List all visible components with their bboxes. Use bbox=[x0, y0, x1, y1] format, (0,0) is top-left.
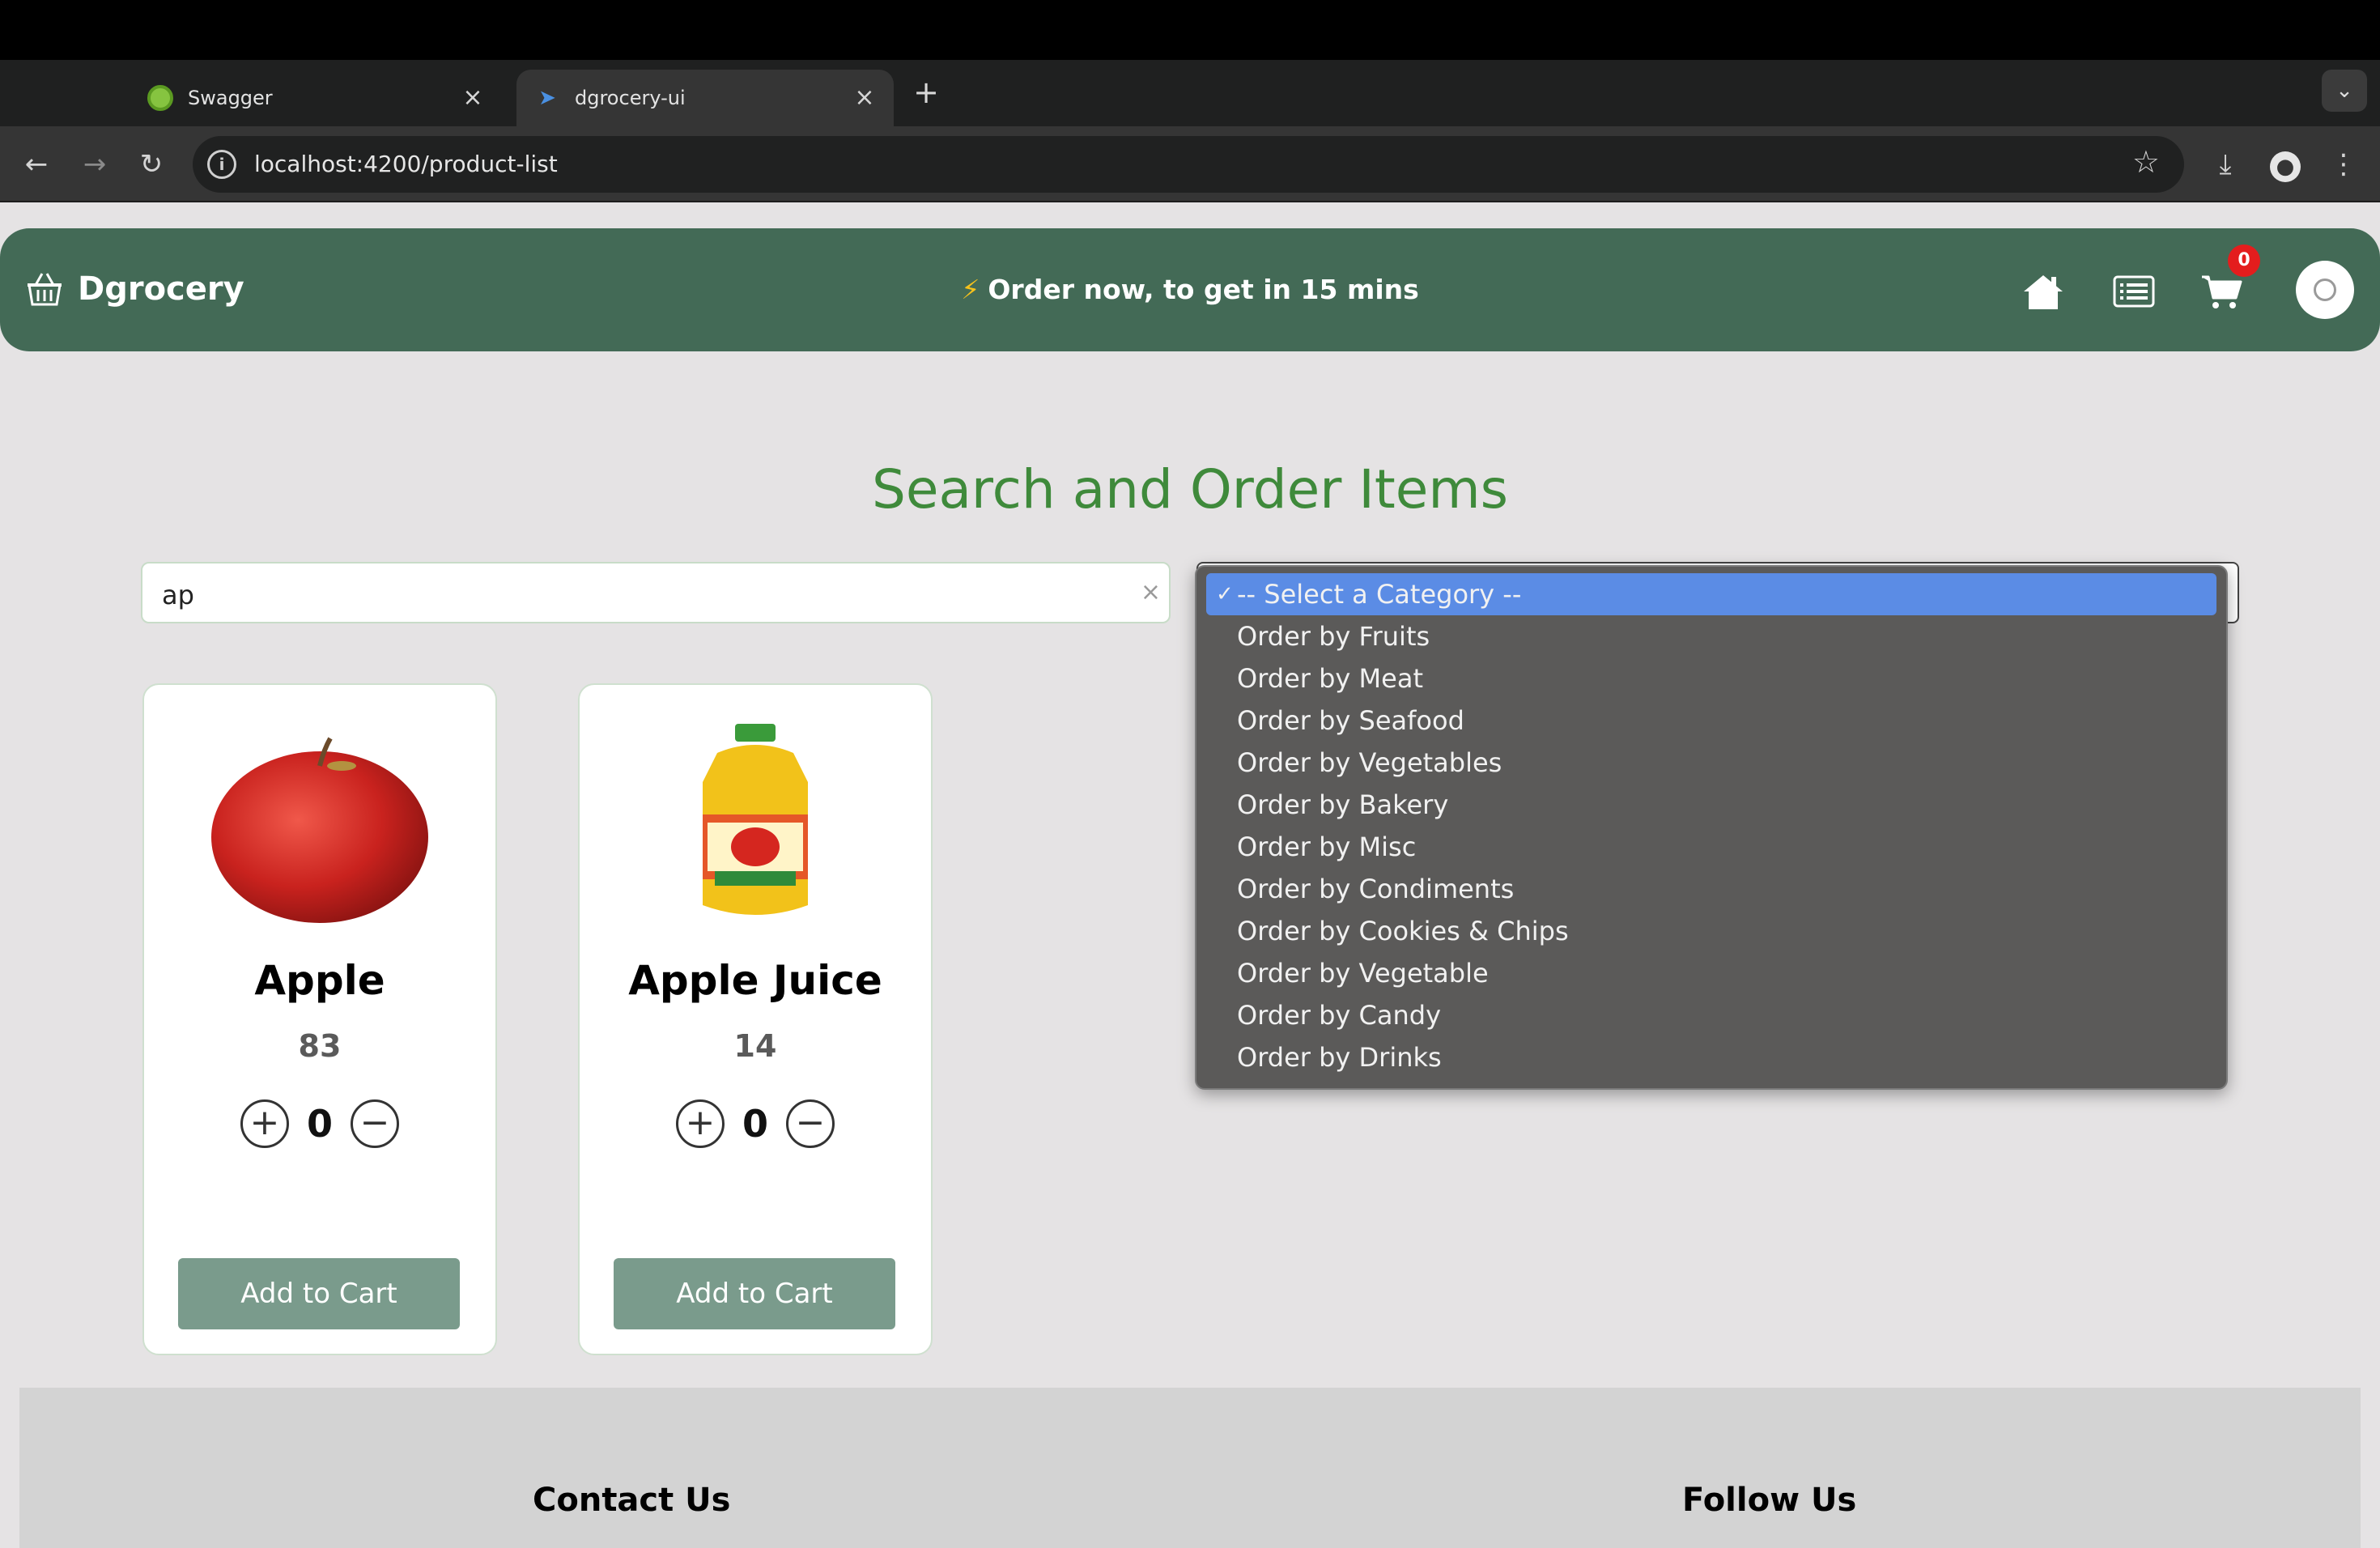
profile-icon[interactable]: ● bbox=[2265, 144, 2306, 185]
os-menu-bar bbox=[0, 0, 2380, 60]
site-info-icon[interactable]: i bbox=[207, 150, 236, 179]
product-stock: 14 bbox=[733, 1028, 777, 1064]
category-option-misc[interactable]: Order by Misc bbox=[1206, 826, 2216, 868]
reload-icon[interactable]: ↻ bbox=[131, 144, 172, 185]
decrease-quantity-icon[interactable]: − bbox=[351, 1099, 399, 1148]
quantity-value: 0 bbox=[742, 1102, 768, 1146]
back-arrow-icon[interactable]: ← bbox=[16, 144, 57, 185]
tab-dgrocery-ui[interactable]: ➤ dgrocery-ui × bbox=[516, 70, 894, 126]
product-name: Apple Juice bbox=[628, 957, 882, 1004]
order-list-icon[interactable] bbox=[2111, 269, 2157, 314]
home-icon[interactable] bbox=[2021, 269, 2066, 314]
download-icon[interactable]: ⤓ bbox=[2205, 144, 2246, 185]
new-tab-button[interactable]: + bbox=[907, 73, 946, 112]
add-to-cart-button[interactable]: Add to Cart bbox=[178, 1258, 460, 1329]
swagger-favicon-icon bbox=[147, 85, 173, 111]
address-bar[interactable]: i localhost:4200/product-list ☆ bbox=[193, 136, 2184, 193]
forward-arrow-icon[interactable]: → bbox=[74, 144, 115, 185]
search-value[interactable]: ap bbox=[162, 580, 194, 610]
promo-text: Order now, to get in 15 mins bbox=[988, 274, 1419, 305]
category-option-cookies-chips[interactable]: Order by Cookies & Chips bbox=[1206, 910, 2216, 952]
category-option-meat[interactable]: Order by Meat bbox=[1206, 657, 2216, 700]
follow-us-heading: Follow Us bbox=[1682, 1482, 1857, 1519]
clear-search-icon[interactable]: × bbox=[1141, 578, 1161, 606]
product-card: Apple Juice 14 + 0 − Add to Cart bbox=[578, 683, 933, 1355]
cart-count-badge: 0 bbox=[2228, 245, 2260, 277]
apple-juice-image bbox=[703, 724, 808, 915]
product-name: Apple bbox=[254, 957, 385, 1004]
category-option-select[interactable]: ✓ -- Select a Category -- bbox=[1206, 573, 2216, 615]
decrease-quantity-icon[interactable]: − bbox=[786, 1099, 835, 1148]
tab-swagger[interactable]: Swagger × bbox=[130, 70, 502, 126]
category-dropdown[interactable]: ✓ -- Select a Category -- Order by Fruits… bbox=[1195, 565, 2228, 1090]
page-footer: Contact Us Follow Us bbox=[19, 1388, 2361, 1548]
kebab-menu-icon[interactable]: ⋮ bbox=[2323, 144, 2364, 185]
product-stock: 83 bbox=[298, 1028, 342, 1064]
checkmark-icon: ✓ bbox=[1216, 582, 1234, 606]
quantity-stepper: + 0 − bbox=[580, 1099, 931, 1148]
app-header: Dgrocery ⚡ Order now, to get in 15 mins bbox=[0, 228, 2380, 351]
page-title: Search and Order Items bbox=[871, 458, 1509, 521]
bookmark-star-icon[interactable]: ☆ bbox=[2132, 144, 2160, 180]
category-option-candy[interactable]: Order by Candy bbox=[1206, 994, 2216, 1036]
category-option-seafood[interactable]: Order by Seafood bbox=[1206, 700, 2216, 742]
angular-favicon-icon: ➤ bbox=[538, 86, 556, 110]
increase-quantity-icon[interactable]: + bbox=[240, 1099, 289, 1148]
search-input[interactable]: ap × bbox=[141, 562, 1171, 623]
tab-search-button[interactable]: ⌄ bbox=[2322, 70, 2367, 112]
category-option-fruits[interactable]: Order by Fruits bbox=[1206, 615, 2216, 657]
user-avatar[interactable] bbox=[2296, 261, 2354, 319]
browser-toolbar: ← → ↻ i localhost:4200/product-list ☆ ⤓ … bbox=[0, 126, 2380, 202]
category-option-bakery[interactable]: Order by Bakery bbox=[1206, 784, 2216, 826]
quantity-stepper: + 0 − bbox=[144, 1099, 495, 1148]
product-card: Apple 83 + 0 − Add to Cart bbox=[142, 683, 497, 1355]
tab-strip: Swagger × ➤ dgrocery-ui × + ⌄ bbox=[0, 60, 2380, 126]
close-tab-icon[interactable]: × bbox=[848, 82, 881, 114]
url-text[interactable]: localhost:4200/product-list bbox=[254, 151, 558, 177]
close-tab-icon[interactable]: × bbox=[457, 82, 489, 114]
category-option-drinks[interactable]: Order by Drinks bbox=[1206, 1036, 2216, 1078]
increase-quantity-icon[interactable]: + bbox=[675, 1099, 725, 1148]
tab-title: Swagger bbox=[188, 87, 273, 109]
apple-image bbox=[211, 737, 428, 923]
contact-us-heading: Contact Us bbox=[533, 1482, 731, 1519]
category-option-vegetable[interactable]: Order by Vegetable bbox=[1206, 952, 2216, 994]
add-to-cart-button[interactable]: Add to Cart bbox=[614, 1258, 895, 1329]
category-option-condiments[interactable]: Order by Condiments bbox=[1206, 868, 2216, 910]
lightning-icon: ⚡ bbox=[961, 274, 980, 305]
tab-title: dgrocery-ui bbox=[575, 87, 686, 109]
category-option-vegetables[interactable]: Order by Vegetables bbox=[1206, 742, 2216, 784]
quantity-value: 0 bbox=[306, 1102, 333, 1146]
